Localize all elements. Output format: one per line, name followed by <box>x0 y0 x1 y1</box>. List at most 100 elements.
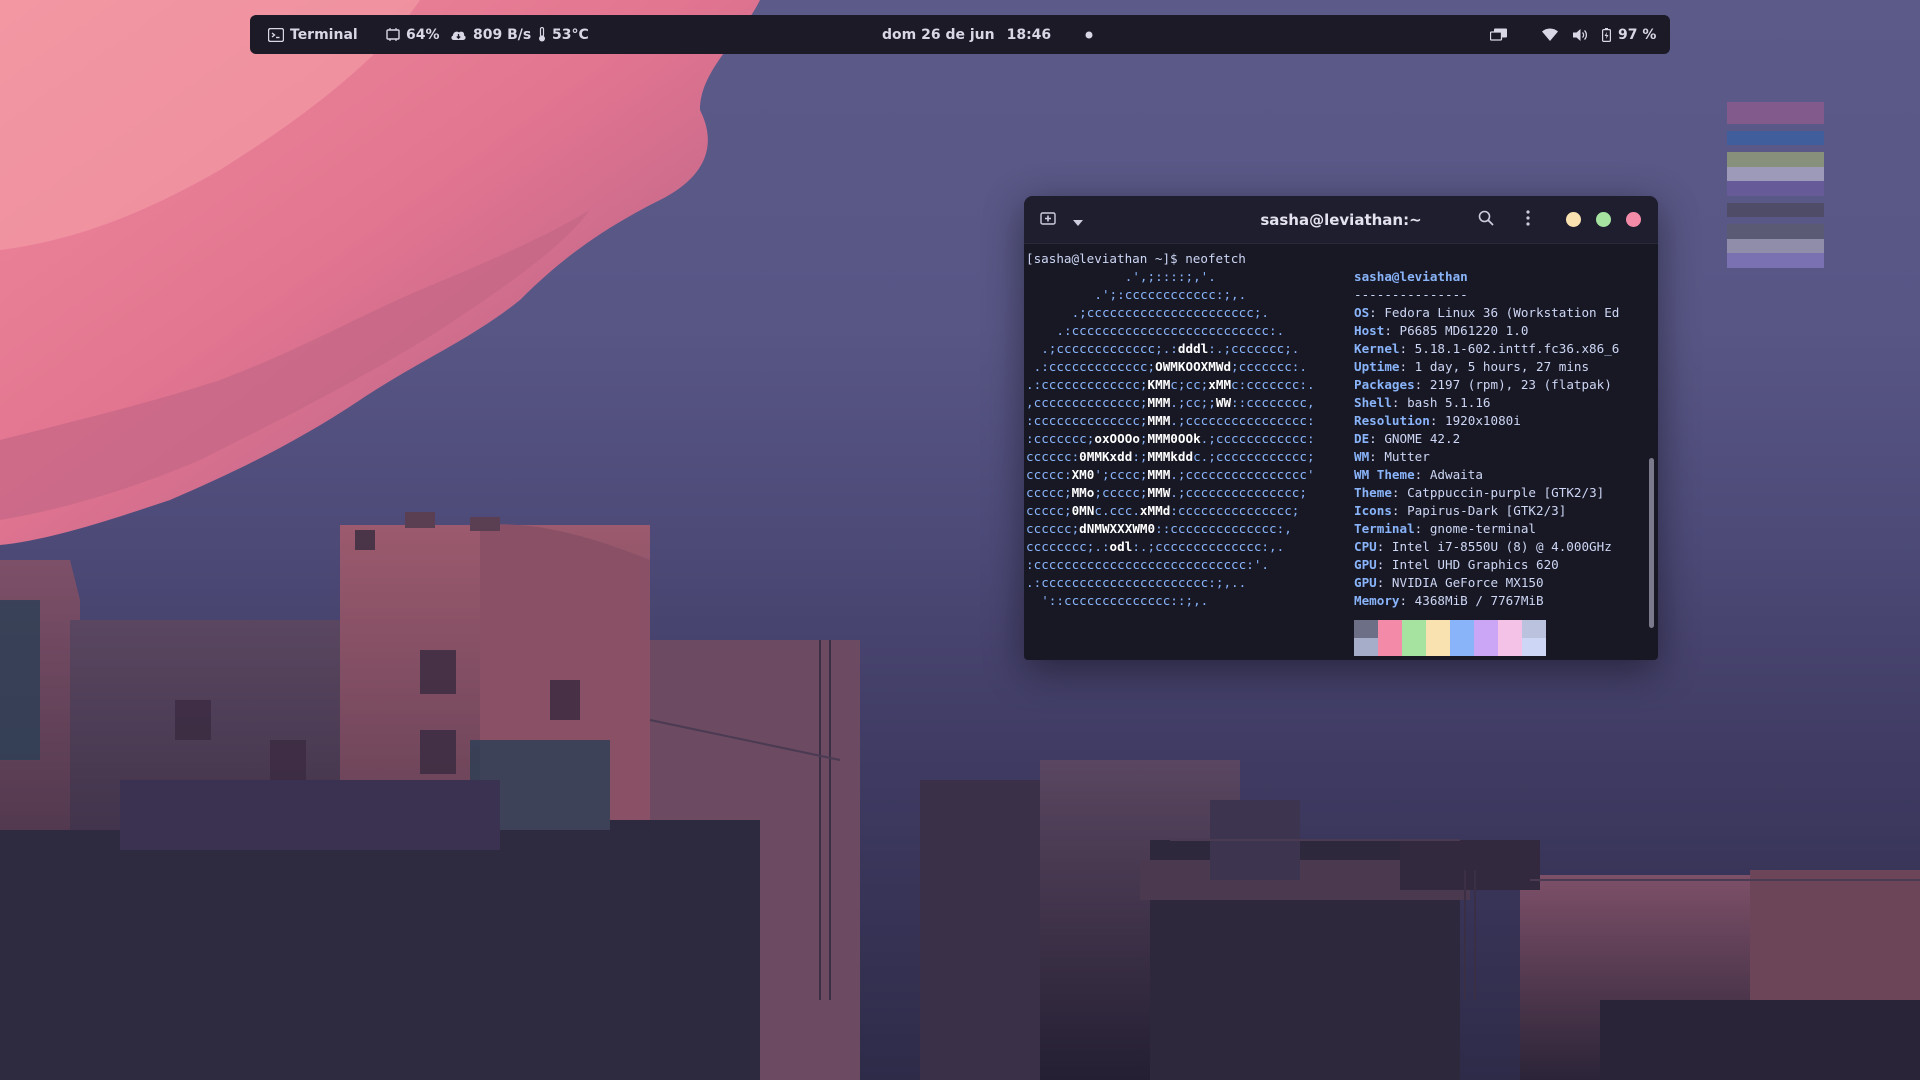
info-value: 1 day, 5 hours, 27 mins <box>1414 359 1590 374</box>
top-panel: Terminal 64% 809 B/s 53°C dom 26 de jun … <box>250 15 1670 54</box>
palette-swatch <box>1498 620 1522 656</box>
network-speed-label: 809 B/s <box>473 26 532 43</box>
maximize-button[interactable] <box>1596 212 1611 227</box>
thermometer-icon <box>538 27 546 42</box>
ascii-logo-line: .;cccccccccccccccccccccc;. <box>1071 305 1269 320</box>
info-key: Memory <box>1354 593 1400 608</box>
palette-swatch <box>1522 620 1546 656</box>
network-indicator[interactable]: 809 B/s <box>450 15 531 54</box>
menu-button[interactable] <box>1516 208 1540 232</box>
close-button[interactable] <box>1626 212 1641 227</box>
ascii-logo-line: cccccccc;.:odl:.;cccccccccccccc:,. <box>1026 539 1285 554</box>
ascii-logo-line: .:cccccccccccccccccccccccccc:. <box>1056 323 1285 338</box>
info-row: Resolution: 1920x1080i <box>1354 413 1521 428</box>
workspace-bar[interactable] <box>1727 102 1824 124</box>
info-value: gnome-terminal <box>1429 521 1536 536</box>
info-row: Packages: 2197 (rpm), 23 (flatpak) <box>1354 377 1612 392</box>
info-row: Terminal: gnome-terminal <box>1354 521 1536 536</box>
palette-swatch <box>1426 620 1450 656</box>
ascii-logo-line: :cccccccccccccccccccccccccccc:'. <box>1026 557 1269 572</box>
ascii-logo-line: .',;::::;,'. <box>1124 269 1216 284</box>
ascii-logo-line: .:cccccccccccccccccccccc:;,.. <box>1026 575 1247 590</box>
info-row: Uptime: 1 day, 5 hours, 27 mins <box>1354 359 1590 374</box>
wifi-icon <box>1542 28 1558 41</box>
info-value: bash 5.1.16 <box>1407 395 1491 410</box>
palette-swatch <box>1378 620 1402 656</box>
terminal-output[interactable]: [sasha@leviathan ~]$ neofetch .',;::::;,… <box>1026 244 1644 660</box>
palette-swatch <box>1450 620 1474 656</box>
cpu-indicator[interactable]: 64% <box>386 15 440 54</box>
ascii-logo-line: '::cccccccccccccc::;,. <box>1041 593 1209 608</box>
ascii-logo-line: cccccc;dNMWXXXWM0::cccccccccccccc:, <box>1026 521 1292 536</box>
info-key: WM Theme <box>1354 467 1415 482</box>
info-value: Fedora Linux 36 (Workstation Ed <box>1384 305 1620 320</box>
activities-app-indicator[interactable]: Terminal <box>268 15 358 54</box>
battery-icon <box>1602 27 1611 42</box>
temperature-label: 53°C <box>552 26 589 43</box>
workspace-bar[interactable] <box>1727 181 1824 196</box>
info-key: Kernel <box>1354 341 1400 356</box>
workspace-bar[interactable] <box>1727 167 1824 181</box>
terminal-title: sasha@leviathan:~ <box>1260 210 1422 229</box>
info-key: OS <box>1354 305 1370 320</box>
workspace-bar[interactable] <box>1727 152 1824 167</box>
ascii-logo-line: ccccc;0MNc.ccc.xMMd:ccccccccccccccc; <box>1026 503 1300 518</box>
ascii-logo-line: .';:cccccccccccc:;,. <box>1094 287 1247 302</box>
volume-icon <box>1572 28 1588 42</box>
cpu-usage-label: 64% <box>406 26 440 43</box>
terminal-window[interactable]: sasha@leviathan:~ [sasha@leviathan ~]$ n… <box>1024 196 1658 660</box>
info-value: 4368MiB / 7767MiB <box>1414 593 1544 608</box>
info-key: Shell <box>1354 395 1392 410</box>
terminal-header-bar[interactable]: sasha@leviathan:~ <box>1024 196 1658 244</box>
info-key: DE <box>1354 431 1370 446</box>
palette-swatch <box>1402 620 1426 656</box>
info-key: Uptime <box>1354 359 1400 374</box>
date-label: dom 26 de jun <box>882 26 995 43</box>
info-value: Papirus-Dark [GTK2/3] <box>1407 503 1567 518</box>
search-button[interactable] <box>1474 208 1498 232</box>
record-dot-icon <box>1085 31 1093 39</box>
system-status-menu[interactable]: 97 % <box>1542 15 1656 54</box>
workspace-bar[interactable] <box>1727 253 1824 268</box>
cpu-chip-icon <box>386 28 400 41</box>
workspace-bar[interactable] <box>1727 203 1824 217</box>
workspace-bar[interactable] <box>1727 239 1824 253</box>
workspace-bar[interactable] <box>1727 131 1824 145</box>
terminal-scrollbar[interactable] <box>1649 458 1654 628</box>
app-name-label: Terminal <box>290 26 358 43</box>
info-row: Theme: Catppuccin-purple [GTK2/3] <box>1354 485 1605 500</box>
minimize-button[interactable] <box>1566 212 1581 227</box>
clock-button[interactable]: dom 26 de jun 18:46 <box>882 15 1093 54</box>
system-info-list: sasha@leviathan --------------- OS: Fedo… <box>1354 268 1654 610</box>
info-row: OS: Fedora Linux 36 (Workstation Ed <box>1354 305 1620 320</box>
screen-share-indicator[interactable] <box>1490 15 1508 54</box>
ascii-logo-line: ,cccccccccccccc;MMM.;cc;;WW::cccccccc, <box>1026 395 1315 410</box>
ascii-logo-line: :ccccccc;oxOOOo;MMM0OOk.;cccccccccccc: <box>1026 431 1315 446</box>
info-row: Kernel: 5.18.1-602.inttf.fc36.x86_6 <box>1354 341 1620 356</box>
info-value: Adwaita <box>1429 467 1483 482</box>
info-value: 5.18.1-602.inttf.fc36.x86_6 <box>1414 341 1620 356</box>
info-value: Intel UHD Graphics 620 <box>1391 557 1559 572</box>
info-key: WM <box>1354 449 1370 464</box>
info-value: 1920x1080i <box>1445 413 1521 428</box>
info-value: GNOME 42.2 <box>1384 431 1461 446</box>
ascii-logo-line: cccccc:0MMKxdd:;MMMkddc.;cccccccccccc; <box>1026 449 1315 464</box>
info-row: GPU: Intel UHD Graphics 620 <box>1354 557 1559 572</box>
info-row: WM Theme: Adwaita <box>1354 467 1483 482</box>
info-key: Theme <box>1354 485 1392 500</box>
info-row: GPU: NVIDIA GeForce MX150 <box>1354 575 1544 590</box>
info-key: Packages <box>1354 377 1415 392</box>
workspace-bar[interactable] <box>1727 224 1824 239</box>
cloud-download-icon <box>450 29 467 41</box>
info-row: Host: P6685 MD61220 1.0 <box>1354 323 1529 338</box>
info-value: Catppuccin-purple [GTK2/3] <box>1407 485 1605 500</box>
info-value: Mutter <box>1384 449 1430 464</box>
info-key: GPU <box>1354 557 1377 572</box>
info-key: Resolution <box>1354 413 1430 428</box>
battery-label: 97 % <box>1618 26 1657 43</box>
info-row: Shell: bash 5.1.16 <box>1354 395 1491 410</box>
info-key: Terminal <box>1354 521 1415 536</box>
palette-swatch <box>1474 620 1498 656</box>
temperature-indicator[interactable]: 53°C <box>538 15 589 54</box>
info-row: Icons: Papirus-Dark [GTK2/3] <box>1354 503 1567 518</box>
